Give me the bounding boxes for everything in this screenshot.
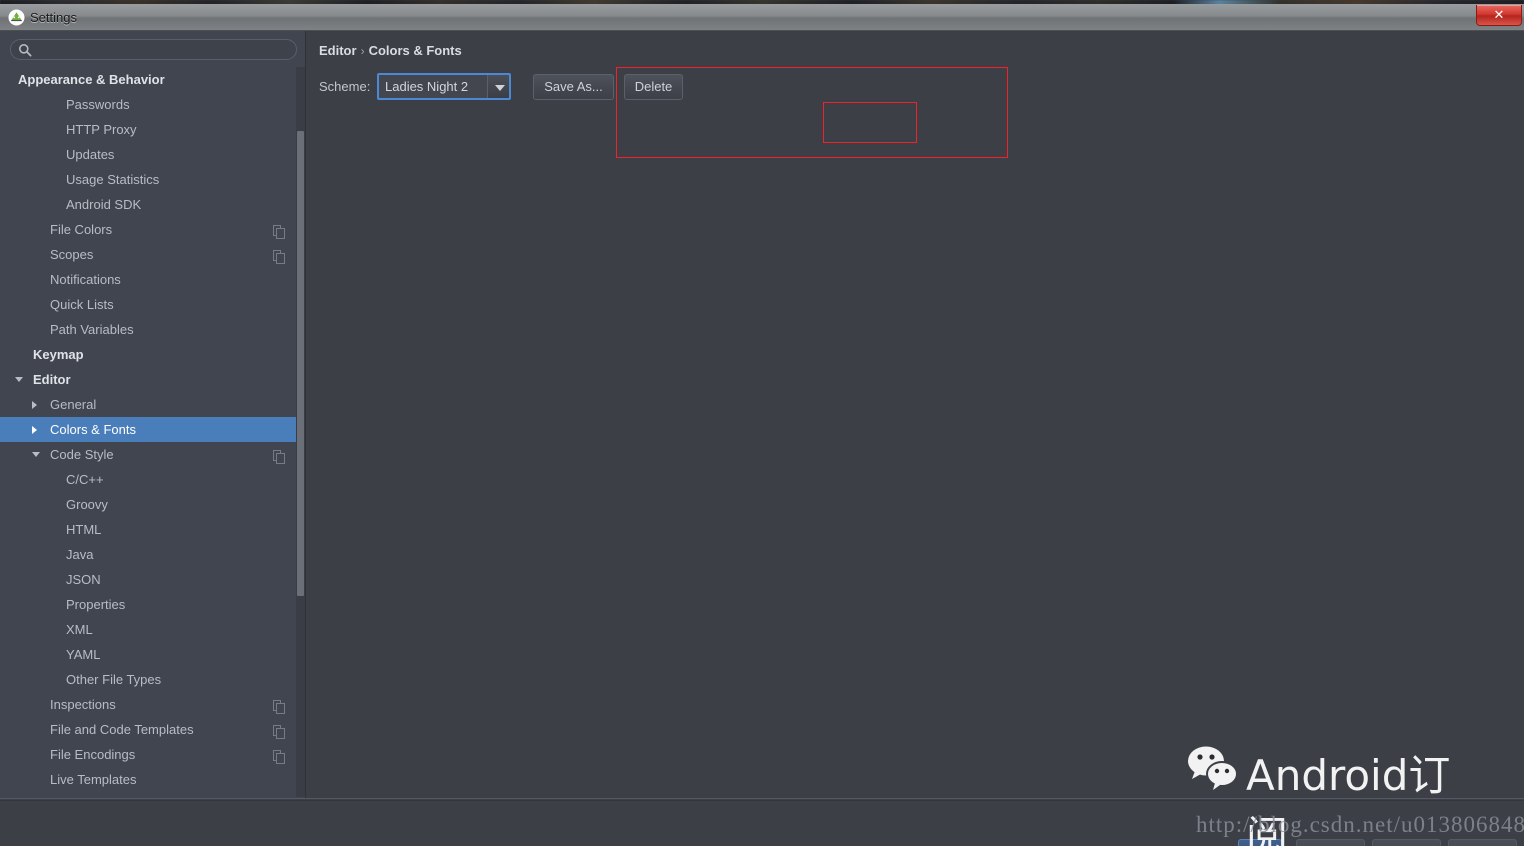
save-as-button[interactable]: Save As...	[533, 74, 614, 100]
scheme-dropdown[interactable]: Ladies Night 2	[377, 73, 511, 100]
sidebar-item-http-proxy[interactable]: HTTP Proxy	[0, 117, 297, 142]
wechat-icon	[1188, 746, 1238, 790]
sidebar-item-passwords[interactable]: Passwords	[0, 92, 297, 117]
settings-tree[interactable]: Appearance & Behavior Passwords HTTP Proxy…	[0, 67, 297, 797]
chevron-right-icon[interactable]	[32, 426, 37, 434]
breadcrumb-separator: ›	[360, 44, 365, 58]
sidebar-item-editor[interactable]: Editor	[0, 367, 297, 392]
sidebar-item-properties[interactable]: Properties	[0, 592, 297, 617]
sidebar-item-label: Scopes	[50, 247, 94, 262]
android-studio-icon	[8, 9, 25, 26]
sidebar-item-yaml[interactable]: YAML	[0, 642, 297, 667]
sidebar-item-updates[interactable]: Updates	[0, 142, 297, 167]
sidebar-item-file-colors[interactable]: File Colors	[0, 217, 297, 242]
sidebar-item-label: File Encodings	[50, 747, 136, 762]
sidebar-item-usage-statistics[interactable]: Usage Statistics	[0, 167, 297, 192]
copy-icon	[273, 222, 285, 239]
sidebar-item-general[interactable]: General	[0, 392, 297, 417]
sidebar-item-label: XML	[66, 622, 93, 637]
settings-sidebar: Appearance & Behavior Passwords HTTP Proxy…	[0, 31, 306, 798]
sidebar-item-label: Usage Statistics	[66, 172, 160, 187]
sidebar-item-label: Inspections	[50, 697, 116, 712]
chevron-down-icon[interactable]	[15, 377, 23, 382]
breadcrumb-root[interactable]: Editor	[319, 43, 357, 58]
sidebar-item-label: Android SDK	[66, 197, 142, 212]
sidebar-item-label: Appearance & Behavior	[18, 72, 165, 87]
settings-dialog: Appearance & Behavior Passwords HTTP Proxy…	[0, 31, 1524, 846]
sidebar-scrollbar-thumb[interactable]	[297, 131, 304, 596]
screenshot-root: Settings ✕ Appearance & Behavior Password…	[0, 0, 1524, 846]
sidebar-item-path-variables[interactable]: Path Variables	[0, 317, 297, 342]
wechat-watermark-text: Android订阅	[1246, 751, 1451, 846]
breadcrumb-leaf: Colors & Fonts	[368, 43, 462, 58]
sidebar-item-label: Editor	[33, 372, 71, 387]
close-icon[interactable]: ✕	[1476, 5, 1522, 26]
sidebar-item-scopes[interactable]: Scopes	[0, 242, 297, 267]
chevron-right-icon[interactable]	[32, 401, 37, 409]
sidebar-item-notifications[interactable]: Notifications	[0, 267, 297, 292]
sidebar-item-label: Passwords	[66, 97, 130, 112]
sidebar-item-groovy[interactable]: Groovy	[0, 492, 297, 517]
sidebar-item-colors-fonts[interactable]: Colors & Fonts	[0, 417, 297, 442]
sidebar-item-android-sdk[interactable]: Android SDK	[0, 192, 297, 217]
delete-button[interactable]: Delete	[624, 74, 683, 100]
sidebar-item-label: File and Code Templates	[50, 722, 194, 737]
search-input[interactable]	[36, 40, 291, 59]
sidebar-item-label: Properties	[66, 597, 126, 612]
sidebar-item-file-encodings[interactable]: File Encodings	[0, 742, 297, 767]
window-title: Settings	[30, 10, 77, 25]
sidebar-scrollbar-track[interactable]	[296, 67, 305, 797]
sidebar-item-appearance-behavior[interactable]: Appearance & Behavior	[0, 67, 297, 92]
sidebar-item-c-c[interactable]: C/C++	[0, 467, 297, 492]
sidebar-item-label: HTTP Proxy	[66, 122, 137, 137]
scheme-label: Scheme:	[319, 79, 371, 94]
chevron-down-glyph	[495, 85, 505, 91]
sidebar-item-label: Live Templates	[50, 772, 137, 787]
copy-icon	[273, 697, 285, 714]
sidebar-item-xml[interactable]: XML	[0, 617, 297, 642]
copy-icon	[273, 722, 285, 739]
chevron-down-icon[interactable]	[487, 75, 509, 98]
sidebar-item-label: Groovy	[66, 497, 108, 512]
sidebar-item-label: Java	[66, 547, 94, 562]
sidebar-item-label: C/C++	[66, 472, 104, 487]
copy-icon	[273, 447, 285, 464]
sidebar-item-label: HTML	[66, 522, 102, 537]
sidebar-item-label: Keymap	[33, 347, 84, 362]
settings-main-panel: Editor › Colors & Fonts Scheme: Ladies Nig…	[307, 31, 1524, 798]
sidebar-item-label: JSON	[66, 572, 101, 587]
sidebar-item-keymap[interactable]: Keymap	[0, 342, 297, 367]
sidebar-item-java[interactable]: Java	[0, 542, 297, 567]
sidebar-item-label: Quick Lists	[50, 297, 114, 312]
sidebar-item-label: Colors & Fonts	[50, 422, 136, 437]
chevron-down-icon[interactable]	[32, 452, 40, 457]
annotation-box-save-as	[823, 102, 917, 143]
sidebar-item-label: Notifications	[50, 272, 121, 287]
sidebar-item-live-templates[interactable]: Live Templates	[0, 767, 297, 792]
scheme-dropdown-value: Ladies Night 2	[385, 79, 469, 94]
sidebar-item-file-and-code-templates[interactable]: File and Code Templates	[0, 717, 297, 742]
search-box[interactable]	[10, 39, 297, 60]
breadcrumb: Editor › Colors & Fonts	[319, 43, 462, 58]
search-icon	[18, 43, 32, 57]
sidebar-item-label: Updates	[66, 147, 115, 162]
sidebar-item-code-style[interactable]: Code Style	[0, 442, 297, 467]
sidebar-item-label: YAML	[66, 647, 101, 662]
sidebar-item-label: General	[50, 397, 97, 412]
sidebar-item-html[interactable]: HTML	[0, 517, 297, 542]
sidebar-item-inspections[interactable]: Inspections	[0, 692, 297, 717]
sidebar-item-other-file-types[interactable]: Other File Types	[0, 667, 297, 692]
sidebar-item-label: File Colors	[50, 222, 113, 237]
sidebar-item-label: Other File Types	[66, 672, 162, 687]
sidebar-item-label: Code Style	[50, 447, 114, 462]
window-titlebar[interactable]: Settings ✕	[0, 4, 1524, 31]
wechat-watermark: Android订阅	[1186, 744, 1486, 846]
sidebar-item-quick-lists[interactable]: Quick Lists	[0, 292, 297, 317]
copy-icon	[273, 247, 285, 264]
sidebar-item-json[interactable]: JSON	[0, 567, 297, 592]
sidebar-item-label: Path Variables	[50, 322, 134, 337]
copy-icon	[273, 747, 285, 764]
